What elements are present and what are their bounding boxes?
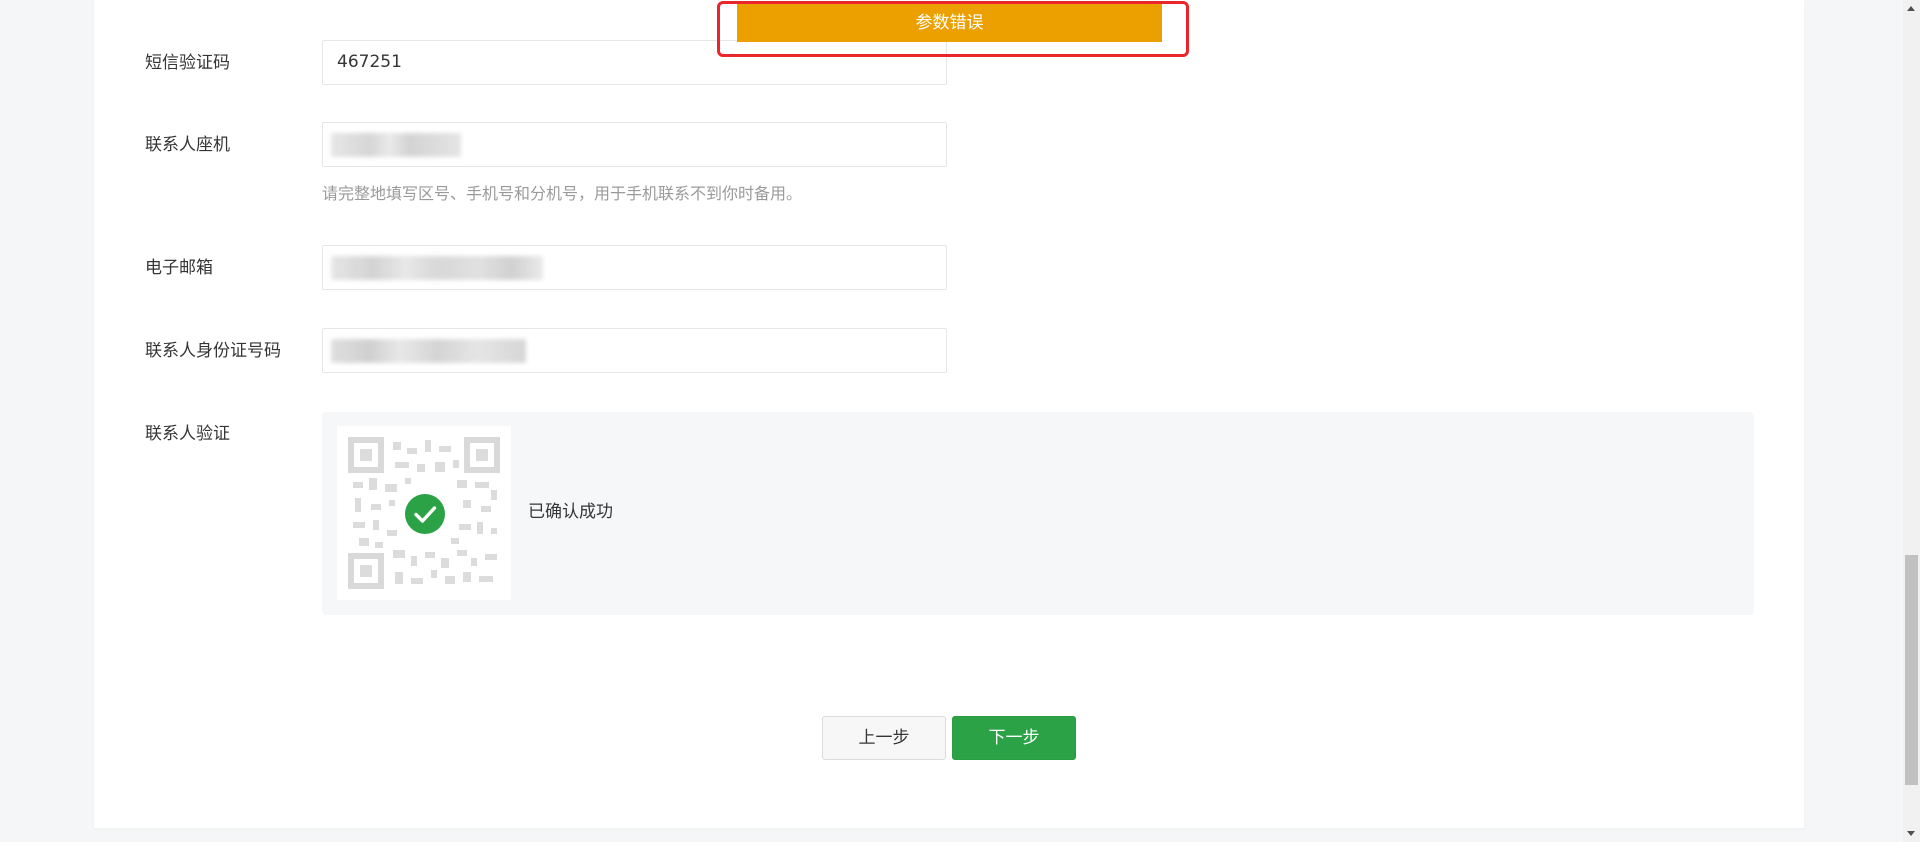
landline-hint: 请完整地填写区号、手机号和分机号，用于手机联系不到你时备用。	[322, 184, 803, 203]
id-number-label: 联系人身份证号码	[145, 341, 281, 361]
sms-code-label: 短信验证码	[145, 53, 230, 73]
landline-input[interactable]	[322, 122, 947, 167]
landline-label: 联系人座机	[145, 135, 230, 155]
check-circle-icon	[405, 494, 445, 534]
verify-status-text: 已确认成功	[528, 502, 613, 522]
contact-verify-label: 联系人验证	[145, 424, 230, 444]
prev-step-button[interactable]: 上一步	[822, 716, 946, 760]
scroll-down-arrow-icon[interactable]	[1907, 831, 1915, 836]
redacted-value	[331, 339, 526, 363]
qr-code-icon	[337, 426, 511, 600]
email-label: 电子邮箱	[145, 258, 213, 278]
scroll-thumb[interactable]	[1905, 555, 1918, 785]
email-input[interactable]	[322, 245, 947, 290]
highlight-outline	[717, 1, 1189, 57]
id-number-input[interactable]	[322, 328, 947, 373]
next-step-button[interactable]: 下一步	[952, 716, 1076, 760]
scroll-up-arrow-icon[interactable]	[1907, 6, 1915, 11]
redacted-value	[331, 256, 543, 280]
sms-code-value: 467251	[337, 52, 402, 72]
redacted-value	[331, 133, 461, 157]
vertical-scrollbar[interactable]	[1903, 0, 1920, 842]
contact-verify-panel: 已确认成功	[322, 412, 1754, 615]
